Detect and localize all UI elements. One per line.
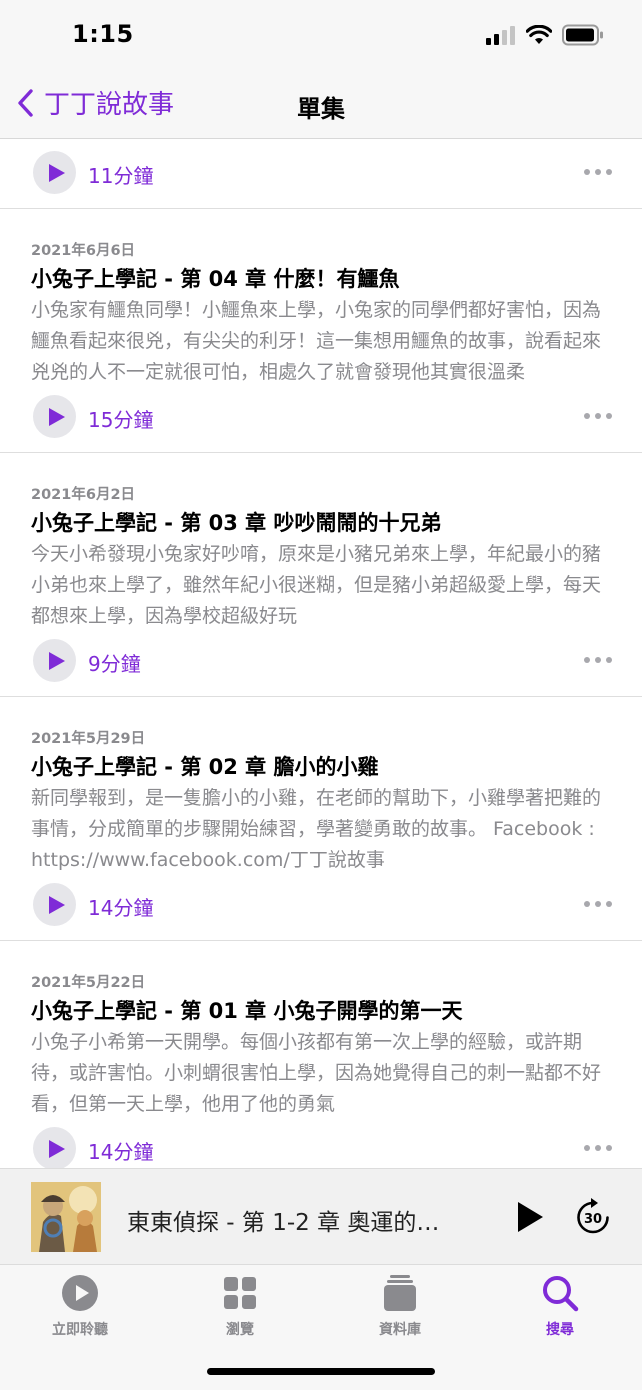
episode-item[interactable]: 2021年6月6日 小兔子上學記 - 第 04 章 什麼！有鱷魚 小兔家有鱷魚同… [0,209,642,453]
play-icon [48,163,65,182]
skip-forward-30-button[interactable]: 30 [574,1195,612,1241]
tab-label: 立即聆聽 [52,1322,108,1338]
more-options-button[interactable] [584,899,612,909]
now-playing-artwork[interactable] [31,1182,101,1252]
more-options-button[interactable] [584,167,612,177]
skip-forward-30-icon: 30 [577,1198,609,1234]
more-dot-icon [606,1145,612,1151]
svg-text:30: 30 [584,1212,602,1227]
episode-date: 2021年5月29日 [31,731,146,747]
more-dot-icon [595,657,601,663]
more-dot-icon [606,901,612,907]
play-button[interactable] [33,639,76,682]
wifi-icon [526,25,552,44]
status-icons [486,24,604,46]
more-dot-icon [595,413,601,419]
episode-duration: 11分鐘 [88,164,154,188]
episode-title[interactable]: 小兔子上學記 - 第 02 章 膽小的小雞 [31,751,379,781]
episode-date: 2021年6月6日 [31,243,136,259]
library-stack-icon [384,1275,416,1311]
episode-duration: 9分鐘 [88,652,141,676]
episode-duration: 14分鐘 [88,896,154,920]
more-options-button[interactable] [584,1143,612,1153]
more-dot-icon [595,169,601,175]
play-button[interactable] [33,1127,76,1168]
more-dot-icon [584,901,590,907]
episode-description: 小兔家有鱷魚同學！小鱷魚來上學，小兔家的同學們都好害怕，因為鱷魚看起來很兇，有尖… [31,299,602,383]
play-button[interactable] [33,151,76,194]
episode-description: 小兔子小希第一天開學。每個小孩都有第一次上學的經驗，或許期待，或許害怕。小刺蝟很… [31,1031,602,1115]
episode-title[interactable]: 小兔子上學記 - 第 04 章 什麼！有鱷魚 [31,263,400,293]
more-options-button[interactable] [584,411,612,421]
tab-browse[interactable]: 瀏覽 [180,1273,300,1339]
episode-list: 11分鐘 2021年6月6日 小兔子上學記 - 第 04 章 什麼！有鱷魚 小兔… [0,139,642,1168]
home-indicator[interactable] [207,1368,435,1375]
more-dot-icon [584,169,590,175]
more-dot-icon [584,413,590,419]
play-button[interactable] [33,883,76,926]
more-dot-icon [584,657,590,663]
detective-artwork-icon [31,1182,101,1252]
play-icon [48,651,65,670]
episode-item[interactable]: 2021年6月2日 小兔子上學記 - 第 03 章 吵吵鬧鬧的十兄弟 今天小希發… [0,453,642,697]
tab-label: 搜尋 [546,1322,574,1338]
episode-item[interactable]: 2021年5月22日 小兔子上學記 - 第 01 章 小兔子開學的第一天 小兔子… [0,941,642,1168]
tab-library[interactable]: 資料庫 [340,1273,460,1339]
play-icon [48,895,65,914]
episode-duration: 15分鐘 [88,408,154,432]
mini-player[interactable]: 東東偵探 - 第 1-2 章 奧運的… 30 [0,1168,642,1264]
more-dot-icon [606,169,612,175]
play-icon [48,1139,65,1158]
episode-description: 新同學報到，是一隻膽小的小雞，在老師的幫助下，小雞學著把難的事情，分成簡單的步驟… [31,787,602,871]
episode-duration: 14分鐘 [88,1140,154,1164]
tab-label: 瀏覽 [226,1322,254,1338]
more-dot-icon [584,1145,590,1151]
status-bar: 1:15 [0,0,642,72]
play-icon [518,1202,543,1232]
more-dot-icon [606,413,612,419]
navigation-bar: 丁丁說故事 單集 [0,72,642,139]
episode-title[interactable]: 小兔子上學記 - 第 03 章 吵吵鬧鬧的十兄弟 [31,507,442,537]
cellular-signal-icon [486,26,515,45]
episode-description: 今天小希發現小兔家好吵唷，原來是小豬兄弟來上學，年紀最小的豬小弟也來上學了，雖然… [31,543,602,627]
tab-label: 資料庫 [379,1322,421,1338]
grid-icon [224,1277,256,1309]
play-circle-icon [62,1275,98,1311]
play-button[interactable] [33,395,76,438]
episode-date: 2021年6月2日 [31,487,136,503]
more-dot-icon [595,901,601,907]
episode-date: 2021年5月22日 [31,975,146,991]
episode-title[interactable]: 小兔子上學記 - 第 01 章 小兔子開學的第一天 [31,995,463,1025]
battery-icon [562,24,603,46]
more-dot-icon [606,657,612,663]
mini-play-button[interactable] [516,1201,544,1237]
now-playing-title[interactable]: 東東偵探 - 第 1-2 章 奧運的… [127,1203,439,1237]
episode-item[interactable]: 11分鐘 [0,139,642,209]
play-icon [48,407,65,426]
tab-search[interactable]: 搜尋 [500,1273,620,1339]
episode-item[interactable]: 2021年5月29日 小兔子上學記 - 第 02 章 膽小的小雞 新同學報到，是… [0,697,642,941]
tab-listen-now[interactable]: 立即聆聽 [20,1273,140,1339]
search-icon [543,1276,579,1312]
more-dot-icon [595,1145,601,1151]
page-title: 單集 [297,95,345,123]
more-options-button[interactable] [584,655,612,665]
status-time: 1:15 [72,20,134,48]
